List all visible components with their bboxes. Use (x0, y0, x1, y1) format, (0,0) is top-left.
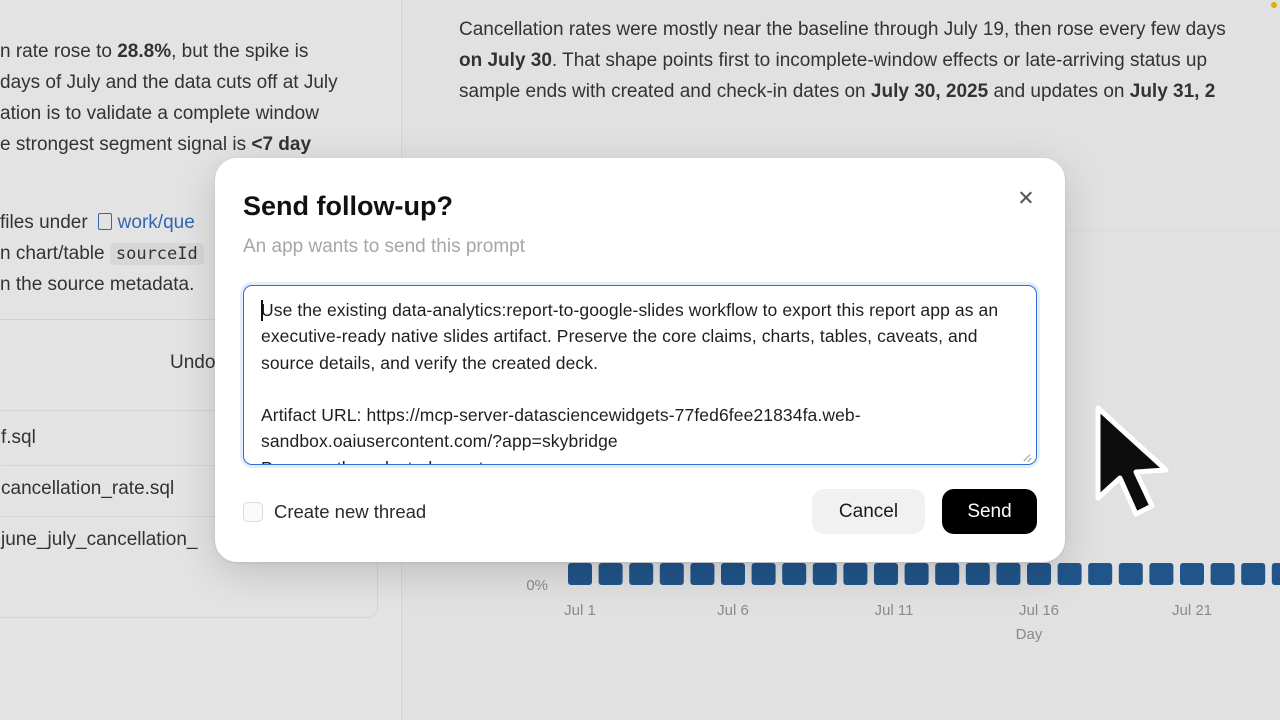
status-indicator-icon (1271, 2, 1277, 8)
cancel-button[interactable]: Cancel (812, 489, 925, 534)
send-follow-up-dialog: Send follow-up? An app wants to send thi… (215, 158, 1065, 562)
close-icon[interactable] (1013, 185, 1039, 211)
text-caret (261, 300, 263, 321)
prompt-text[interactable]: Use the existing data-analytics:report-t… (261, 297, 1021, 464)
send-button[interactable]: Send (942, 489, 1037, 534)
dialog-subtitle: An app wants to send this prompt (243, 236, 525, 257)
prompt-textarea[interactable]: Use the existing data-analytics:report-t… (243, 285, 1037, 465)
create-new-thread-checkbox[interactable] (243, 502, 263, 522)
dialog-title: Send follow-up? (243, 191, 453, 221)
resize-handle-icon[interactable] (1024, 452, 1033, 461)
mouse-pointer-icon (1095, 405, 1169, 517)
create-new-thread-label[interactable]: Create new thread (274, 501, 426, 523)
